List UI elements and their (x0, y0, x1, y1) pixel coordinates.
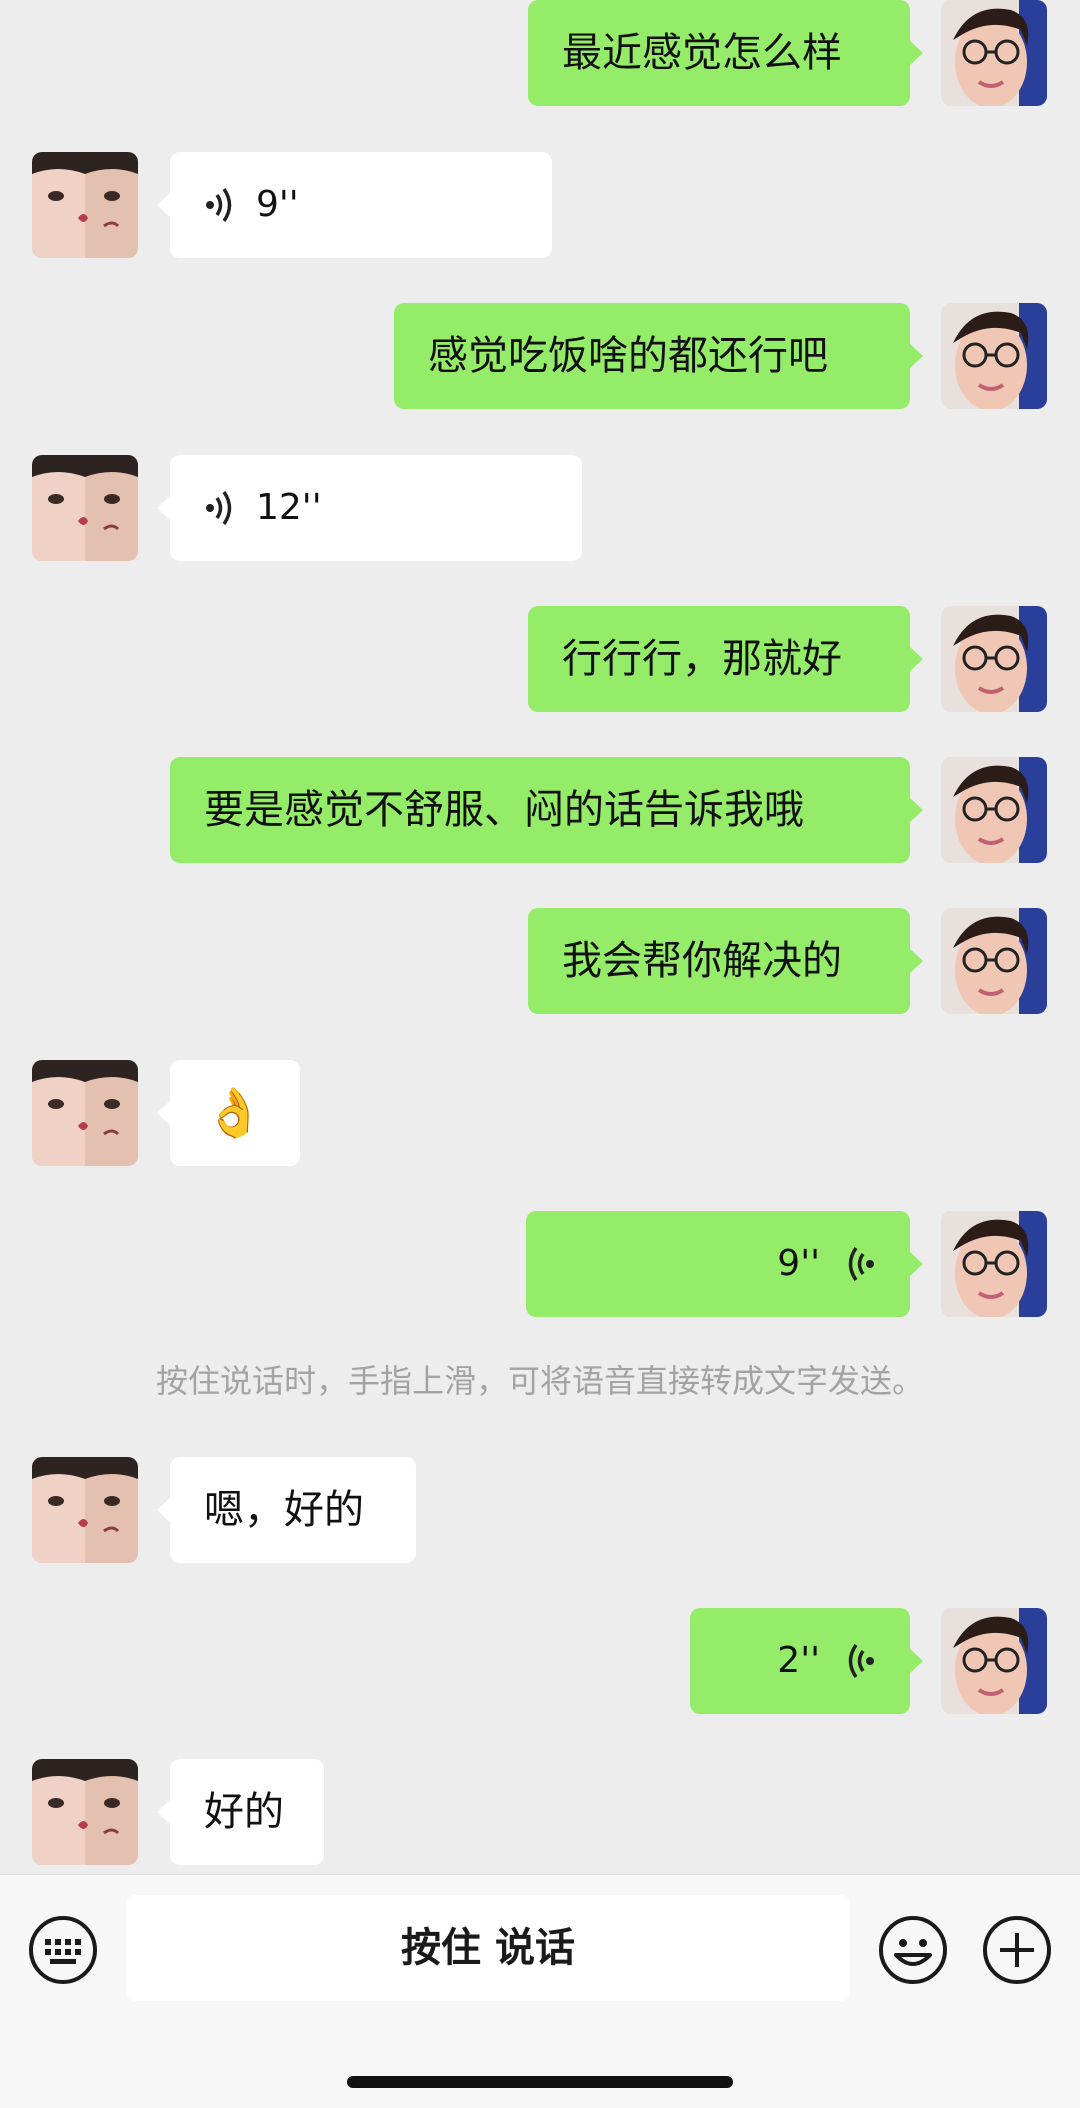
my-avatar[interactable] (941, 757, 1047, 863)
message-text: 我会帮你解决的 (562, 938, 842, 984)
message-row: 感觉吃饭啥的都还行吧 (0, 303, 1080, 409)
outgoing-message-bubble[interactable]: 感觉吃饭啥的都还行吧 (394, 303, 923, 409)
message-row: 最近感觉怎么样 (0, 0, 1080, 106)
incoming-voice-bubble[interactable]: 12'' (157, 455, 582, 561)
message-row: 好的 (0, 1759, 1080, 1865)
incoming-emoji-bubble[interactable]: 👌 (157, 1060, 300, 1166)
incoming-voice-bubble[interactable]: 9'' (157, 152, 552, 258)
outgoing-voice-bubble[interactable]: 9'' (526, 1211, 923, 1317)
keyboard-icon[interactable] (28, 1915, 98, 1985)
message-text: 要是感觉不舒服、闷的话告诉我哦 (204, 787, 804, 833)
my-avatar[interactable] (941, 1608, 1047, 1714)
contact-avatar[interactable] (32, 1457, 138, 1563)
input-toolbar: 按住 说话 (0, 1874, 1080, 2108)
message-row: 12'' (0, 455, 1080, 561)
voice-wave-icon (848, 1644, 874, 1678)
message-text: 好的 (204, 1789, 284, 1835)
incoming-message-bubble[interactable]: 好的 (157, 1759, 324, 1865)
message-row: 行行行，那就好 (0, 606, 1080, 712)
message-row: 👌 (0, 1060, 1080, 1166)
voice-duration: 9'' (256, 184, 299, 225)
my-avatar[interactable] (941, 908, 1047, 1014)
contact-avatar[interactable] (32, 152, 138, 258)
outgoing-message-bubble[interactable]: 我会帮你解决的 (528, 908, 923, 1014)
voice-duration: 12'' (256, 487, 322, 528)
contact-avatar[interactable] (32, 455, 138, 561)
voice-duration: 9'' (777, 1243, 820, 1284)
home-indicator[interactable] (347, 2076, 733, 2088)
ok-hand-emoji: 👌 (204, 1085, 264, 1141)
message-row: 9'' (0, 152, 1080, 258)
message-row: 嗯，好的 (0, 1457, 1080, 1563)
my-avatar[interactable] (941, 606, 1047, 712)
incoming-message-bubble[interactable]: 嗯，好的 (157, 1457, 416, 1563)
my-avatar[interactable] (941, 1211, 1047, 1317)
emoji-icon[interactable] (878, 1915, 948, 1985)
message-row: 9'' (0, 1211, 1080, 1317)
contact-avatar[interactable] (32, 1060, 138, 1166)
message-row: 我会帮你解决的 (0, 908, 1080, 1014)
outgoing-voice-bubble[interactable]: 2'' (690, 1608, 923, 1714)
outgoing-message-bubble[interactable]: 要是感觉不舒服、闷的话告诉我哦 (170, 757, 923, 863)
message-text: 嗯，好的 (204, 1487, 364, 1533)
voice-wave-icon (848, 1247, 874, 1281)
message-text: 行行行，那就好 (562, 636, 842, 682)
message-row: 要是感觉不舒服、闷的话告诉我哦 (0, 757, 1080, 863)
message-text: 感觉吃饭啥的都还行吧 (428, 333, 828, 379)
voice-to-text-tip: 按住说话时，手指上滑，可将语音直接转成文字发送。 (155, 1362, 924, 1400)
outgoing-message-bubble[interactable]: 行行行，那就好 (528, 606, 923, 712)
voice-wave-icon (206, 491, 232, 525)
message-text: 最近感觉怎么样 (562, 30, 842, 76)
contact-avatar[interactable] (32, 1759, 138, 1865)
plus-icon[interactable] (982, 1915, 1052, 1985)
message-row: 2'' (0, 1608, 1080, 1714)
voice-wave-icon (206, 188, 232, 222)
outgoing-message-bubble[interactable]: 最近感觉怎么样 (528, 0, 923, 106)
my-avatar[interactable] (941, 0, 1047, 106)
my-avatar[interactable] (941, 303, 1047, 409)
chat-area: 最近感觉怎么样 9'' 感觉吃饭啥的都还行吧 12'' 行行行，那就好 要是感觉… (0, 0, 1080, 1874)
hold-to-talk-button[interactable]: 按住 说话 (126, 1895, 850, 2001)
voice-duration: 2'' (777, 1640, 820, 1681)
